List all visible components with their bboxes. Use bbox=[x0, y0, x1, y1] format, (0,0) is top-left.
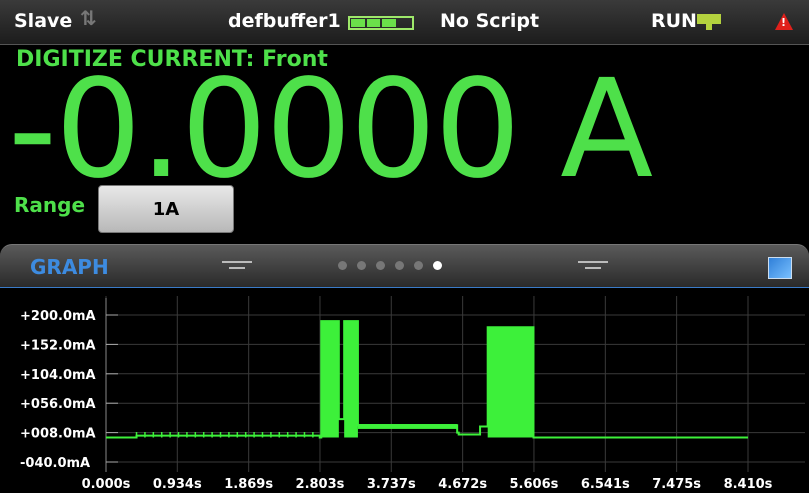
data-trace-burst bbox=[487, 327, 534, 438]
data-trace-band bbox=[357, 424, 458, 429]
data-trace-burst bbox=[321, 321, 339, 438]
x-tick-label: 5.606s bbox=[510, 477, 559, 492]
x-tick-label: 6.541s bbox=[581, 477, 630, 492]
buffer-meter-segment bbox=[382, 19, 396, 27]
graph-settings-icon[interactable] bbox=[768, 257, 792, 279]
x-tick-label: 0.934s bbox=[153, 477, 202, 492]
graph-panel-header[interactable]: GRAPH bbox=[0, 244, 809, 289]
y-tick-label: +152.0mA bbox=[20, 338, 96, 353]
mode-indicator[interactable]: Slave bbox=[14, 10, 72, 32]
data-trace bbox=[106, 320, 748, 439]
y-tick-label: +008.0mA bbox=[20, 427, 96, 442]
page-dot[interactable] bbox=[376, 261, 385, 270]
graph-svg: +200.0mA +152.0mA +104.0mA +056.0mA +008.0mA… bbox=[20, 296, 805, 492]
y-tick-label: -040.0mA bbox=[20, 456, 90, 471]
graph-plot-area[interactable]: +200.0mA +152.0mA +104.0mA +056.0mA +008.0mA… bbox=[0, 288, 809, 493]
x-tick-label: 1.869s bbox=[224, 477, 273, 492]
y-tick-label: +200.0mA bbox=[20, 309, 96, 324]
buffer-fill-meter[interactable] bbox=[348, 16, 414, 30]
x-tick-label: 2.803s bbox=[296, 477, 345, 492]
buffer-meter-segment bbox=[351, 19, 365, 27]
y-tick-label: +056.0mA bbox=[20, 397, 96, 412]
page-dot[interactable] bbox=[395, 261, 404, 270]
trigger-state[interactable]: RUN bbox=[651, 10, 697, 32]
y-tick-label: +104.0mA bbox=[20, 368, 96, 383]
status-bar: Slave ⇅ defbuffer1 No Script RUN ! bbox=[0, 0, 809, 45]
range-button[interactable]: 1A bbox=[98, 185, 234, 233]
buffer-meter-segment bbox=[398, 19, 412, 27]
page-dot[interactable] bbox=[414, 261, 423, 270]
x-tick-label: 0.000s bbox=[82, 477, 131, 492]
page-dot[interactable] bbox=[357, 261, 366, 270]
range-label: Range bbox=[14, 193, 86, 217]
data-trace-burst bbox=[344, 321, 358, 438]
script-indicator[interactable]: No Script bbox=[440, 10, 539, 32]
x-tick-label: 7.475s bbox=[652, 477, 701, 492]
swipe-handle-left-icon[interactable] bbox=[222, 261, 252, 273]
page-dot[interactable] bbox=[433, 261, 442, 270]
buffer-meter-segment bbox=[366, 19, 380, 27]
x-tick-label: 8.410s bbox=[724, 477, 773, 492]
communication-arrows-icon: ⇅ bbox=[80, 6, 97, 30]
x-tick-label: 3.737s bbox=[367, 477, 416, 492]
page-dot[interactable] bbox=[338, 261, 347, 270]
warning-icon[interactable]: ! bbox=[775, 13, 793, 30]
graph-title: GRAPH bbox=[30, 255, 109, 279]
measurement-reading: -0.0000 A bbox=[8, 51, 653, 209]
swipe-handle-right-icon[interactable] bbox=[578, 261, 608, 273]
run-state-icon bbox=[697, 14, 721, 30]
x-tick-label: 4.672s bbox=[438, 477, 487, 492]
buffer-name[interactable]: defbuffer1 bbox=[228, 10, 341, 32]
page-indicator[interactable] bbox=[338, 261, 442, 270]
